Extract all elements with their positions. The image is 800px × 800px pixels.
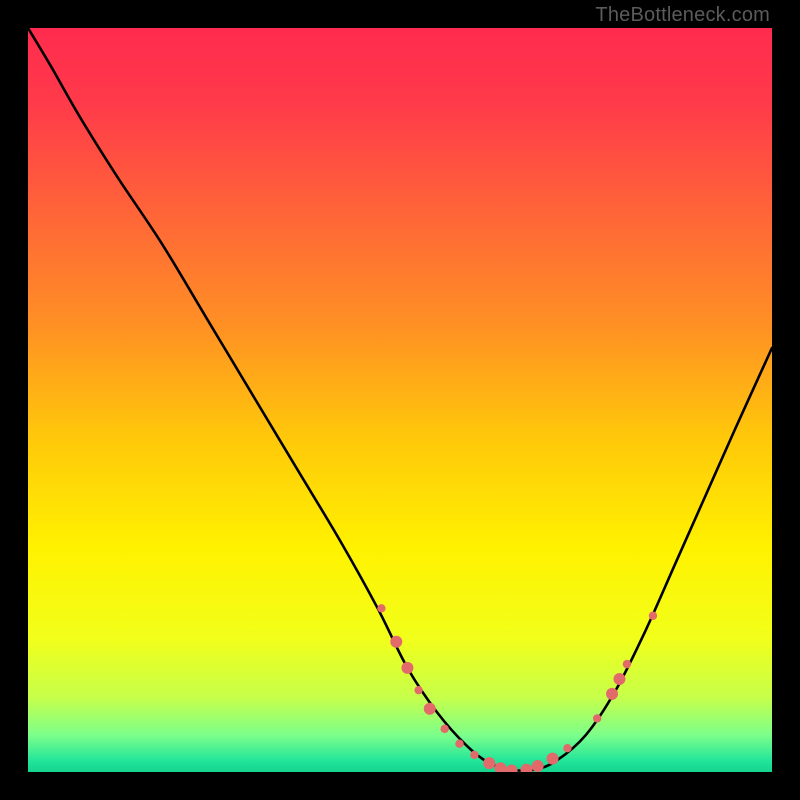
- data-marker: [563, 744, 571, 752]
- data-marker: [593, 714, 601, 722]
- data-marker: [649, 612, 657, 620]
- data-marker: [547, 753, 559, 765]
- data-marker: [401, 662, 413, 674]
- data-marker: [390, 636, 402, 648]
- chart-svg: [28, 28, 772, 772]
- data-marker: [483, 757, 495, 769]
- data-marker: [455, 740, 463, 748]
- data-marker: [606, 688, 618, 700]
- data-marker: [440, 725, 448, 733]
- watermark-label: TheBottleneck.com: [595, 4, 770, 27]
- data-marker: [414, 686, 422, 694]
- data-marker: [623, 660, 631, 668]
- data-marker: [470, 751, 478, 759]
- chart-container: TheBottleneck.com: [0, 0, 800, 800]
- data-marker: [613, 673, 625, 685]
- data-marker: [532, 760, 544, 772]
- data-marker: [424, 703, 436, 715]
- gradient-background: [28, 28, 772, 772]
- data-marker: [377, 604, 385, 612]
- plot-area: [28, 28, 772, 772]
